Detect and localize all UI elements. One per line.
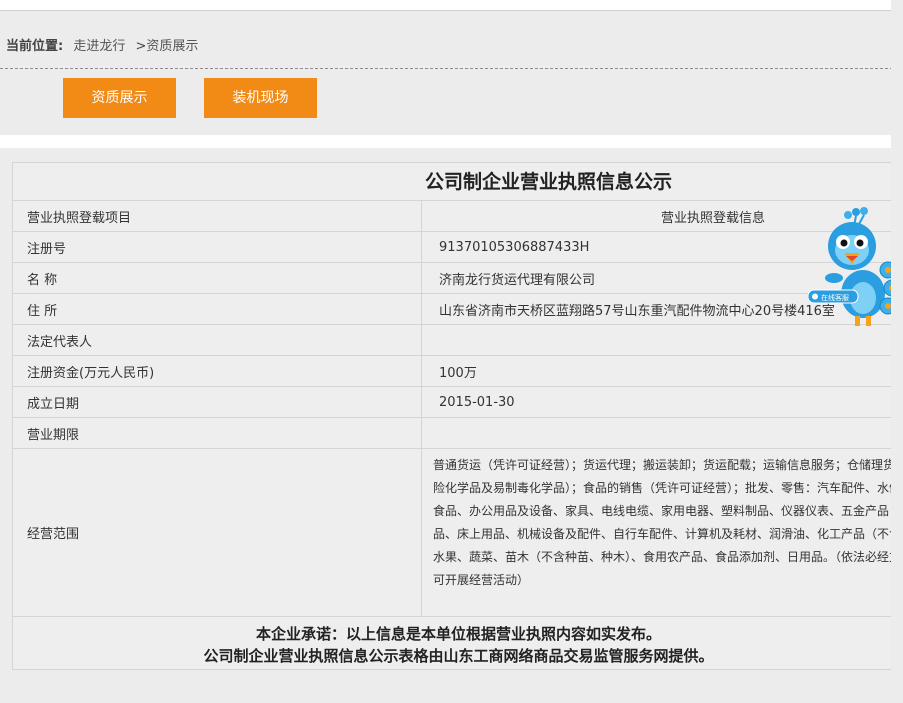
row-key: 注册号 (13, 231, 422, 263)
row-key: 住 所 (13, 293, 422, 325)
row-key: 注册资金(万元人民币) (13, 355, 422, 387)
table-row: 名 称 济南龙行货运代理有限公司 (13, 262, 903, 294)
table-row: 营业期限 (13, 417, 903, 449)
table-header-row: 营业执照登载项目 营业执照登载信息 (13, 201, 903, 232)
table-row: 住 所 山东省济南市天桥区蓝翔路57号山东重汽配件物流中心20号楼416室 (13, 293, 903, 325)
row-key: 经营范围 (13, 448, 422, 617)
table-row: 注册号 91370105306887433H (13, 231, 903, 263)
scrollbar-track[interactable] (891, 0, 903, 703)
row-value (421, 417, 903, 449)
business-scope-text: 普通货运（凭许可证经营）；货运代理；搬运装卸；货运配载；运输信息服务；仓储理货险… (421, 448, 903, 617)
tab-qualification[interactable]: 资质展示 (63, 78, 176, 118)
row-value: 2015-01-30 (421, 386, 903, 418)
breadcrumb-current[interactable]: 资质展示 (146, 39, 198, 54)
breadcrumb-separator: > (135, 39, 147, 54)
panel-title: 公司制企业营业执照信息公示 (13, 163, 903, 201)
license-info-table: 营业执照登载项目 营业执照登载信息 注册号 91370105306887433H… (13, 201, 903, 617)
business-scope-row: 经营范围 普通货运（凭许可证经营）；货运代理；搬运装卸；货运配载；运输信息服务；… (13, 448, 903, 617)
row-value: 100万 (421, 355, 903, 387)
license-info-panel: 公司制企业营业执照信息公示 营业执照登载项目 营业执照登载信息 注册号 9137… (12, 162, 903, 670)
tab-installation-site[interactable]: 装机现场 (204, 78, 317, 118)
peacock-mascot-icon: 在线客服 (807, 207, 901, 326)
top-strip (0, 0, 903, 17)
breadcrumb-label: 当前位置: (6, 39, 64, 54)
commitment-line-2: 公司制企业营业执照信息公示表格由山东工商网络商品交易监管服务网提供。 (203, 647, 714, 665)
table-row: 注册资金(万元人民币) 100万 (13, 355, 903, 387)
commitment-note: 本企业承诺：以上信息是本单位根据营业执照内容如实发布。 公司制企业营业执照信息公… (13, 617, 903, 667)
section-gap (0, 135, 903, 148)
header-item-label: 营业执照登载项目 (13, 201, 422, 232)
row-key: 法定代表人 (13, 324, 422, 356)
row-key: 成立日期 (13, 386, 422, 418)
commitment-line-1: 本企业承诺：以上信息是本单位根据营业执照内容如实发布。 (255, 625, 661, 643)
row-key: 营业期限 (13, 417, 422, 449)
online-service-mascot[interactable]: 在线客服 (807, 206, 903, 331)
tab-bar: 资质展示 装机现场 (0, 69, 903, 135)
table-row: 成立日期 2015-01-30 (13, 386, 903, 418)
breadcrumb-home-link[interactable]: 走进龙行 (73, 39, 125, 54)
row-key: 名 称 (13, 262, 422, 294)
breadcrumb: 当前位置: 走进龙行 >资质展示 (6, 35, 198, 54)
table-row: 法定代表人 (13, 324, 903, 356)
mascot-badge-text: 在线客服 (821, 293, 849, 302)
top-header-bar (0, 0, 891, 11)
